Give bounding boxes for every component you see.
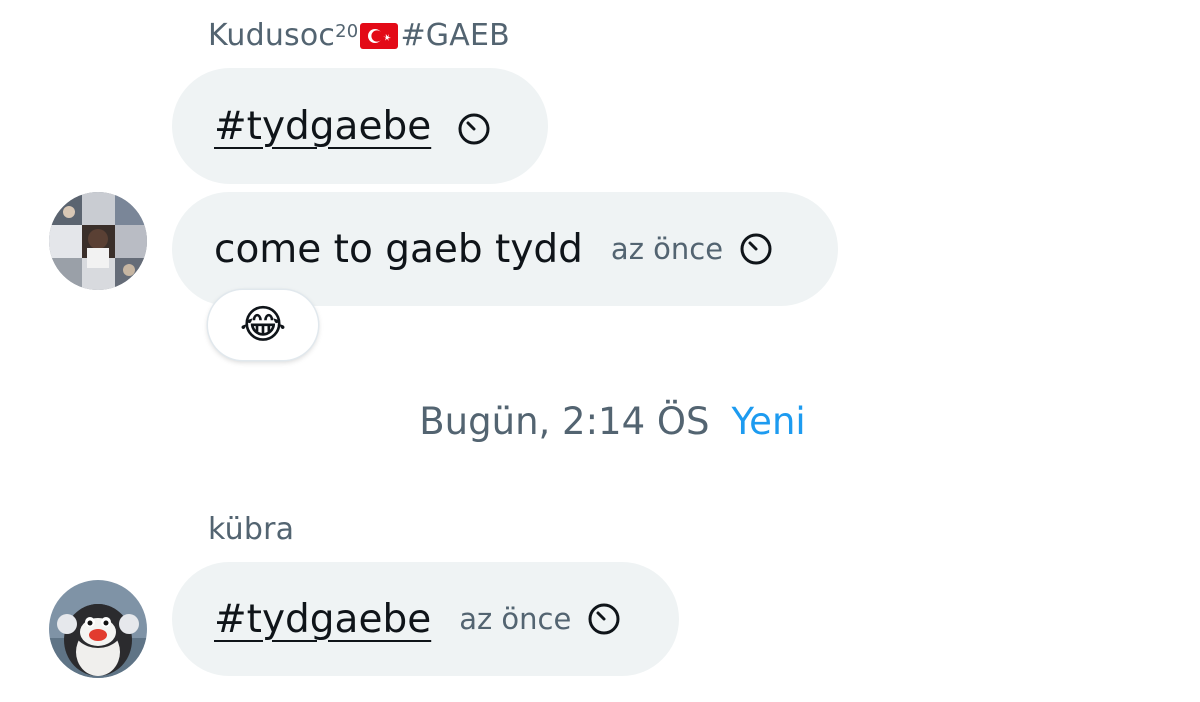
sender-name-kubra[interactable]: kübra (208, 512, 294, 547)
message-bubble[interactable]: come to gaeb tydd az önce (172, 192, 838, 306)
pending-clock-icon (740, 233, 772, 265)
message-text: come to gaeb tydd (214, 226, 583, 272)
pending-clock-icon (458, 113, 490, 145)
reaction-badge[interactable]: 😂 (208, 290, 318, 360)
message-time: az önce (610, 232, 724, 266)
hashtag-link[interactable]: #tydgaebe (214, 597, 431, 642)
message-bubble[interactable]: #tydgaebe az önce (172, 562, 679, 676)
new-label: Yeni (731, 400, 806, 443)
sender-name-text: kübra (208, 512, 295, 547)
sender-name-superscript: 20 (335, 21, 359, 42)
message-time: az önce (459, 602, 572, 636)
message-bubble[interactable]: #tydgaebe (172, 68, 548, 184)
avatar[interactable] (49, 580, 147, 678)
sender-name-kudusoc[interactable]: Kudusoc 20 #GAEB (208, 18, 510, 53)
sender-name-suffix: #GAEB (400, 18, 510, 53)
hashtag-link[interactable]: #tydgaebe (214, 104, 431, 149)
date-label: Bugün, 2:14 ÖS (419, 400, 710, 443)
turkey-flag-icon (360, 22, 399, 49)
avatar[interactable] (49, 192, 147, 290)
date-divider: Bugün, 2:14 ÖS Yeni (0, 400, 1200, 443)
sender-name-text: Kudusoc (208, 18, 336, 53)
pending-clock-icon (588, 603, 620, 635)
tears-of-joy-emoji: 😂 (239, 302, 287, 348)
